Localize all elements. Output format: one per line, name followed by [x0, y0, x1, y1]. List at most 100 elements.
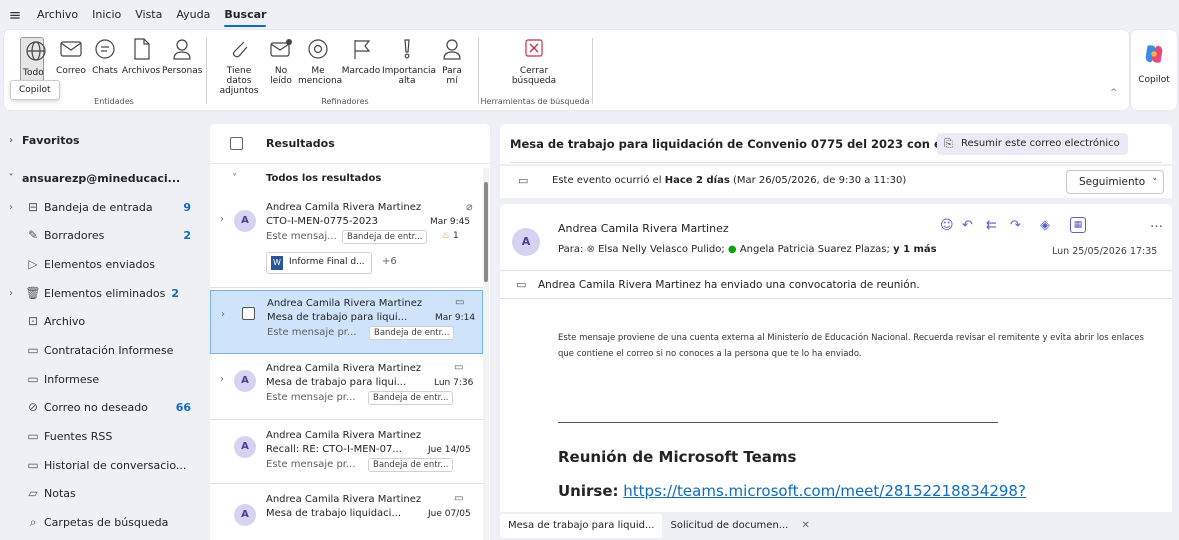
file-icon	[134, 38, 150, 60]
tab-mesa-de-trabajo[interactable]: Mesa de trabajo para liquid...	[500, 514, 663, 538]
scrollbar-track[interactable]	[483, 168, 489, 540]
menu-archivo[interactable]: Archivo	[30, 0, 85, 30]
reply-all-icon[interactable]: ⇇	[986, 218, 997, 233]
reply-icon[interactable]: ↶	[962, 218, 973, 233]
more-options-icon[interactable]: …	[1150, 216, 1163, 231]
message-item[interactable]: › A Andrea Camila Rivera Martinez ▭ Mesa…	[210, 356, 483, 420]
filter-chats-button[interactable]: Chats	[90, 36, 120, 76]
folder-sent[interactable]: ▷ Elementos enviados	[0, 250, 205, 278]
forward-icon[interactable]: ↷	[1010, 218, 1021, 233]
search-ribbon: Todo Correo Chats Archivos Personas Enti…	[4, 30, 1129, 110]
chevron-right-icon: ›	[9, 201, 13, 213]
mention-icon	[308, 39, 328, 59]
folder-rss[interactable]: ▭ Fuentes RSS	[0, 422, 205, 450]
emoji-icon[interactable]: ☺	[940, 218, 954, 233]
folder-archive[interactable]: ⊡ Archivo	[0, 307, 205, 335]
menu-inicio[interactable]: Inicio	[85, 0, 128, 30]
divider	[500, 298, 1172, 299]
favorites-section[interactable]: › Favoritos	[0, 126, 205, 154]
apps-icon[interactable]: ▦	[1070, 217, 1086, 233]
folder-deleted[interactable]: › 🗑︎ Elementos eliminados 2	[0, 279, 205, 307]
event-status: Este evento ocurrió el Hace 2 días (Mar …	[552, 175, 907, 186]
pencil-icon: ✎	[27, 228, 39, 242]
copilot-button[interactable]: Copilot	[1131, 30, 1177, 110]
inbox-icon: ⊟	[27, 200, 39, 214]
unread-mail-icon	[270, 39, 292, 57]
folder-informese[interactable]: ▭ Informese	[0, 365, 205, 393]
folder-icon: ▭	[27, 343, 39, 357]
scrollbar-thumb[interactable]	[484, 182, 488, 282]
folder-history[interactable]: ▭ Historial de conversacio...	[0, 451, 205, 479]
followup-dropdown[interactable]: Seguimiento ˅	[1066, 170, 1164, 194]
filter-importance-button[interactable]: Importancia alta	[382, 36, 436, 86]
results-header: Resultados	[210, 124, 490, 164]
menu-vista[interactable]: Vista	[128, 0, 169, 30]
trash-icon: 🗑︎	[25, 286, 41, 300]
calendar-icon: ▭	[455, 297, 465, 308]
message-item[interactable]: A Andrea Camila Rivera Martinez ▭ Mesa d…	[210, 486, 483, 540]
sensitivity-icon[interactable]: ◈	[1040, 218, 1050, 233]
bottom-tabs: Mesa de trabajo para liquid... Solicitud…	[500, 512, 1172, 540]
filter-flagged-button[interactable]: Marcado	[340, 36, 382, 76]
sender-name[interactable]: Andrea Camila Rivera Martinez	[558, 222, 729, 235]
folder-icon: ▭	[27, 458, 39, 472]
folder-icon: ▭	[27, 429, 39, 443]
more-recipients[interactable]: y 1 más	[893, 244, 937, 255]
message-card: A Andrea Camila Rivera Martinez Para: ⊗ …	[500, 204, 1172, 514]
filter-personas-button[interactable]: Personas	[162, 36, 202, 76]
chevron-down-icon: ˅	[232, 173, 237, 184]
folder-icon: ▭	[27, 372, 39, 386]
word-file-icon: W	[271, 256, 283, 270]
calendar-icon: ▭	[454, 493, 464, 504]
filter-archivos-button[interactable]: Archivos	[120, 36, 162, 76]
copilot-tooltip: Copilot	[10, 80, 60, 100]
teams-join-link[interactable]: https://teams.microsoft.com/meet/2815221…	[623, 482, 1026, 500]
select-all-checkbox[interactable]	[230, 137, 243, 150]
close-search-button[interactable]: Cerrar búsqueda	[504, 36, 564, 86]
recipient[interactable]: Elsa Nelly Velasco Pulido;	[598, 244, 725, 255]
external-warning: Este mensaje proviene de una cuenta exte…	[558, 333, 1144, 359]
close-icon[interactable]: ✕	[802, 520, 810, 531]
collapse-ribbon-icon[interactable]: ^	[1110, 88, 1118, 98]
account-section[interactable]: ˅ ansuarezp@mineducaci...	[0, 164, 205, 192]
attachment-chip[interactable]: W Informe Final d...	[266, 252, 372, 274]
more-attachments[interactable]: +6	[382, 256, 397, 267]
sender-avatar: A	[512, 228, 540, 256]
results-group-header[interactable]: ˅ Todos los resultados	[210, 168, 483, 192]
folder-inbox[interactable]: › ⊟ Bandeja de entrada 9	[0, 193, 205, 221]
chevron-right-icon: ›	[220, 214, 224, 225]
group-refinadores: Tiene datos adjuntos No leído Me menciona M…	[210, 30, 476, 110]
send-icon: ▷	[28, 257, 38, 271]
avatar: A	[234, 504, 256, 526]
folder-contratacion[interactable]: ▭ Contratación Informese	[0, 336, 205, 364]
summarize-button[interactable]: ⎘ Resumir este correo electrónico	[937, 133, 1128, 155]
filter-unread-button[interactable]: No leído	[266, 36, 296, 86]
hamburger-menu-icon[interactable]: ≡	[0, 6, 30, 24]
filter-correo-button[interactable]: Correo	[54, 36, 88, 76]
message-item[interactable]: A Andrea Camila Rivera Martinez Recall: …	[210, 422, 483, 484]
results-title: Resultados	[266, 137, 335, 150]
message-checkbox[interactable]	[242, 307, 255, 320]
folder-junk[interactable]: ⊘ Correo no deseado 66	[0, 393, 205, 421]
group-herramientas: Cerrar búsqueda Herramientas de búsqueda	[480, 30, 590, 110]
group-caption-herramientas: Herramientas de búsqueda	[480, 97, 590, 106]
chevron-down-icon: ˅	[1152, 178, 1158, 188]
message-item[interactable]: › A Andrea Camila Rivera Martinez ⌀ CTO-…	[210, 194, 483, 288]
folder-drafts[interactable]: ✎ Borradores 2	[0, 221, 205, 249]
folder-search-folders[interactable]: ⌕ Carpetas de búsqueda	[0, 508, 205, 536]
menu-ayuda[interactable]: Ayuda	[169, 0, 217, 30]
person-icon	[173, 39, 191, 60]
note-icon: ▱	[28, 486, 38, 500]
recipient[interactable]: Angela Patricia Suarez Plazas;	[740, 244, 890, 255]
ribbon-divider	[206, 38, 207, 104]
menu-buscar[interactable]: Buscar	[217, 0, 273, 30]
filter-attachments-button[interactable]: Tiene datos adjuntos	[214, 36, 264, 96]
filter-mentions-button[interactable]: Me menciona	[298, 36, 342, 86]
tab-solicitud[interactable]: Solicitud de documen... ✕	[662, 514, 817, 538]
folder-notes[interactable]: ▱ Notas	[0, 479, 205, 507]
filter-to-me-button[interactable]: Para mí	[436, 36, 468, 86]
message-item-selected[interactable]: › Andrea Camila Rivera Martinez ▭ Mesa d…	[210, 290, 483, 354]
folder-tag: Bandeja de entr...	[368, 458, 454, 472]
teams-title: Reunión de Microsoft Teams	[558, 448, 797, 466]
globe-icon	[26, 41, 46, 61]
